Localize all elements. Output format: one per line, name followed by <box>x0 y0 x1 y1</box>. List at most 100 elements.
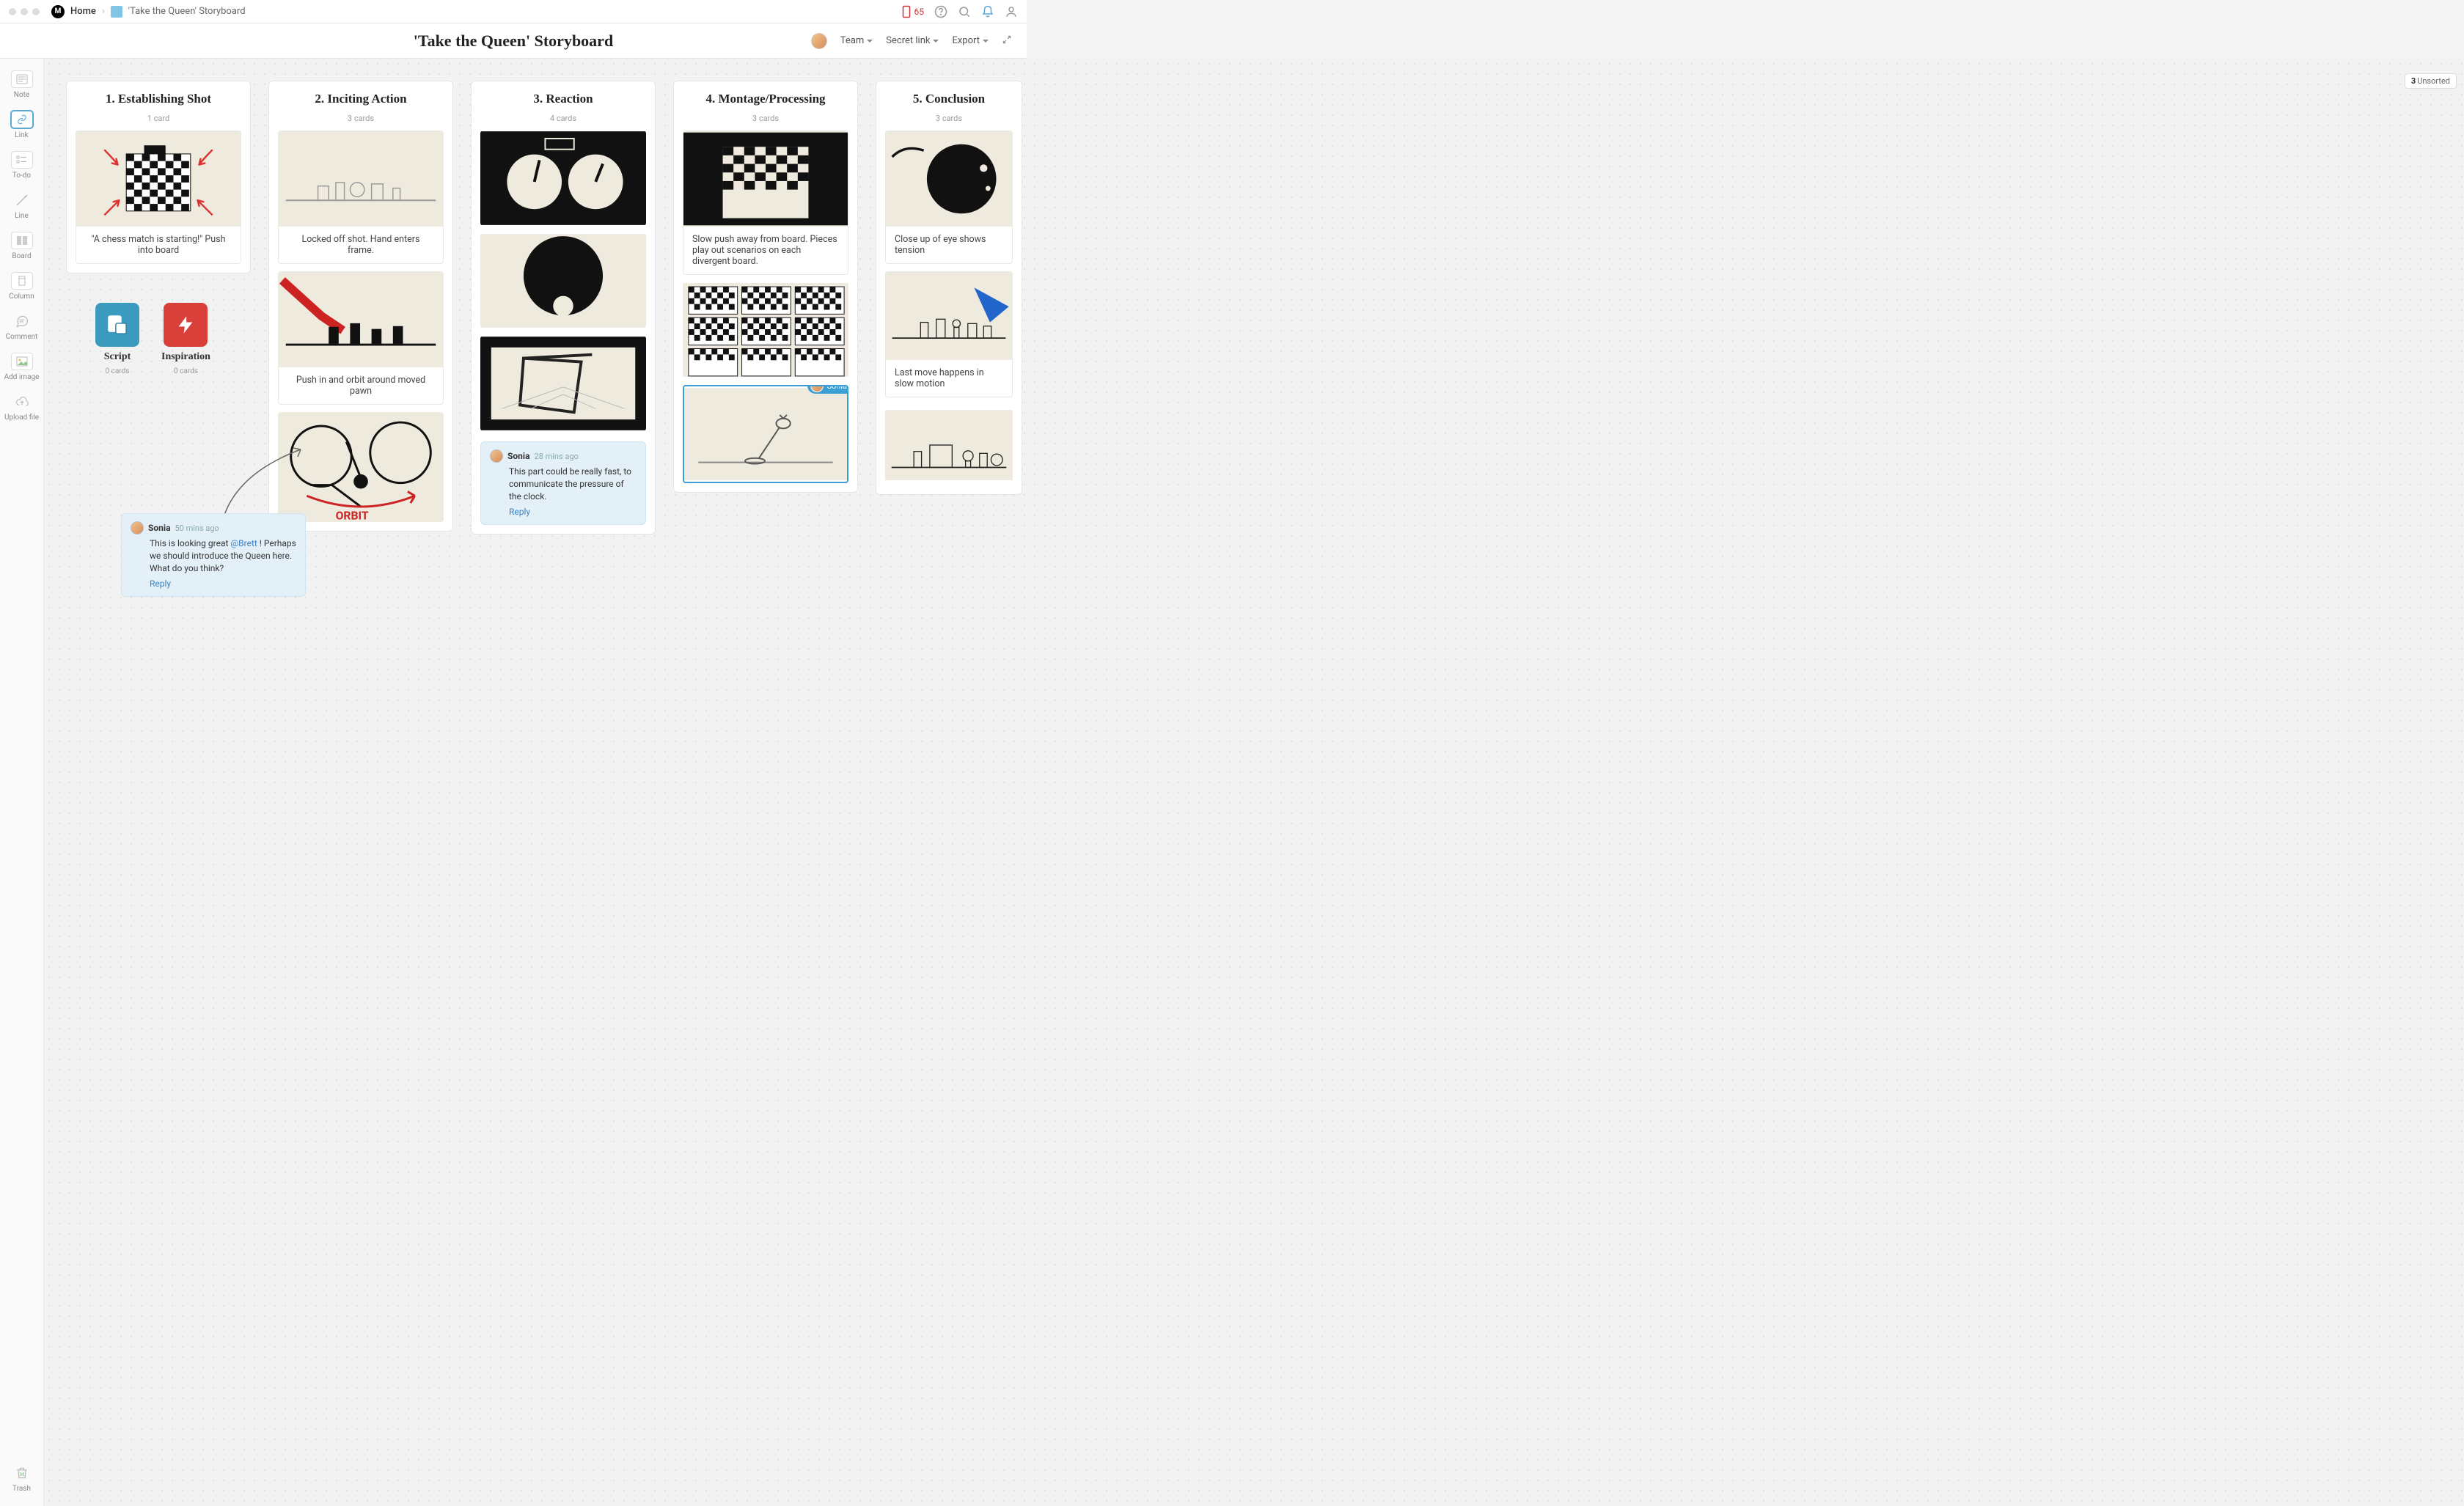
reply-link[interactable]: Reply <box>509 507 637 517</box>
window-controls[interactable] <box>9 8 40 15</box>
breadcrumb-title[interactable]: 'Take the Queen' Storyboard <box>128 6 246 17</box>
page-title: 'Take the Queen' Storyboard <box>414 32 613 51</box>
card[interactable]: ORBIT <box>278 412 444 522</box>
presence-pill[interactable]: Sonia <box>807 385 848 394</box>
column-icon <box>11 272 33 290</box>
column-count: 4 cards <box>480 114 646 123</box>
card-caption: Locked off shot. Hand enters frame. <box>279 227 443 263</box>
breadcrumb-home[interactable]: Home <box>70 6 96 17</box>
app-logo-icon[interactable]: M <box>51 5 65 18</box>
comment-author: Sonia <box>507 451 530 461</box>
card-selected[interactable]: Sonia <box>683 385 848 483</box>
tool-label: Upload file <box>4 414 39 422</box>
sketch-thumbnail <box>886 272 1012 360</box>
avatar[interactable] <box>811 33 827 49</box>
comment-time: 50 mins ago <box>175 524 219 533</box>
tool-trash[interactable]: Trash <box>4 1460 40 1497</box>
column-title: 3. Reaction <box>480 92 646 106</box>
card-comment[interactable]: Sonia 28 mins ago This part could be rea… <box>480 441 646 525</box>
header: 'Take the Queen' Storyboard Team Secret … <box>0 23 1027 59</box>
sketch-thumbnail: ORBIT <box>278 412 444 522</box>
sketch-thumbnail <box>480 233 646 328</box>
tool-link[interactable]: Link <box>4 106 40 144</box>
sketch-thumbnail <box>76 131 241 227</box>
card[interactable] <box>480 131 646 226</box>
column-montage[interactable]: 4. Montage/Processing 3 cards <box>673 81 858 493</box>
card[interactable] <box>885 405 1013 485</box>
board-icon <box>111 6 122 18</box>
card[interactable]: Push in and orbit around moved pawn <box>278 271 444 405</box>
tool-upload-file[interactable]: Upload file <box>4 389 40 426</box>
board: 1. Establishing Shot 1 card <box>66 81 2442 535</box>
search-icon[interactable] <box>958 5 971 18</box>
help-icon[interactable] <box>934 5 947 18</box>
card[interactable]: "A chess match is starting!" Push into b… <box>76 131 241 264</box>
upload-icon <box>11 393 33 411</box>
sketch-thumbnail <box>279 272 443 367</box>
floating-comment[interactable]: Sonia 50 mins ago This is looking great … <box>121 513 306 597</box>
card[interactable] <box>480 233 646 328</box>
trash-icon <box>11 1464 33 1482</box>
reply-link[interactable]: Reply <box>150 578 296 589</box>
sketch-thumbnail <box>885 405 1013 485</box>
export-dropdown[interactable]: Export <box>952 35 989 46</box>
sketch-thumbnail <box>480 336 646 431</box>
tool-add-image[interactable]: Add image <box>4 348 40 386</box>
column-inciting-action[interactable]: 2. Inciting Action 3 cards Locked off sh… <box>268 81 453 532</box>
card[interactable]: Slow push away from board. Pieces play o… <box>683 131 848 275</box>
tile-count: 0 cards <box>174 367 198 375</box>
comment-time: 28 mins ago <box>535 452 579 461</box>
card-caption: "A chess match is starting!" Push into b… <box>76 227 241 263</box>
column-establishing-shot[interactable]: 1. Establishing Shot 1 card <box>66 81 251 273</box>
tile-inspiration[interactable]: Inspiration 0 cards <box>161 303 210 375</box>
avatar <box>131 521 144 535</box>
tile-title: Inspiration <box>161 351 210 363</box>
column-title: 2. Inciting Action <box>278 92 444 106</box>
column-reaction[interactable]: 3. Reaction 4 cards <box>471 81 656 535</box>
notification-count: 65 <box>914 7 925 17</box>
column-title: 1. Establishing Shot <box>76 92 241 106</box>
left-toolbar: Note Link To-do Line Board Column Comm <box>0 59 44 1506</box>
tool-note[interactable]: Note <box>4 66 40 103</box>
expand-icon[interactable] <box>1002 34 1012 48</box>
card[interactable] <box>480 336 646 431</box>
tool-column[interactable]: Column <box>4 268 40 305</box>
card[interactable]: Close up of eye shows tension <box>885 131 1013 264</box>
note-icon <box>11 70 33 88</box>
tool-label: Line <box>15 212 29 220</box>
tool-label: Note <box>14 91 29 99</box>
unsorted-pill[interactable]: 3Unsorted <box>2405 73 2457 89</box>
tool-board[interactable]: Board <box>4 227 40 265</box>
sketch-thumbnail <box>683 282 848 378</box>
bell-icon[interactable] <box>981 5 994 18</box>
secret-link-dropdown[interactable]: Secret link <box>886 35 939 46</box>
canvas[interactable]: 3Unsorted 1. Establishing Shot 1 card <box>44 59 2464 1506</box>
tool-comment[interactable]: Comment <box>4 308 40 345</box>
tool-label: Board <box>12 252 31 260</box>
tool-label: Comment <box>6 333 38 341</box>
inspiration-icon <box>164 303 208 347</box>
mention[interactable]: @Brett <box>230 538 257 548</box>
tool-todo[interactable]: To-do <box>4 147 40 184</box>
tool-line[interactable]: Line <box>4 187 40 224</box>
line-icon <box>11 191 33 209</box>
user-icon[interactable] <box>1005 5 1018 18</box>
card[interactable] <box>683 282 848 378</box>
tile-script[interactable]: Script 0 cards <box>95 303 139 375</box>
column-conclusion[interactable]: 5. Conclusion 3 cards Close up of eye sh… <box>876 81 1022 495</box>
column-count: 3 cards <box>885 114 1013 123</box>
tool-label: Column <box>9 293 34 301</box>
chevron-right-icon: › <box>102 6 105 17</box>
card[interactable]: Locked off shot. Hand enters frame. <box>278 131 444 264</box>
extra-tiles: Script 0 cards Inspiration 0 cards <box>95 303 251 375</box>
card-caption: Last move happens in slow motion <box>886 360 1012 397</box>
comment-icon <box>11 312 33 330</box>
card[interactable]: Last move happens in slow motion <box>885 271 1013 397</box>
svg-text:ORBIT: ORBIT <box>336 509 369 522</box>
titlebar: M Home › 'Take the Queen' Storyboard 65 <box>0 0 1027 23</box>
script-icon <box>95 303 139 347</box>
team-dropdown[interactable]: Team <box>840 35 873 46</box>
card-caption: Close up of eye shows tension <box>886 227 1012 263</box>
tile-count: 0 cards <box>106 367 130 375</box>
notification-badge[interactable]: 65 <box>900 5 925 18</box>
